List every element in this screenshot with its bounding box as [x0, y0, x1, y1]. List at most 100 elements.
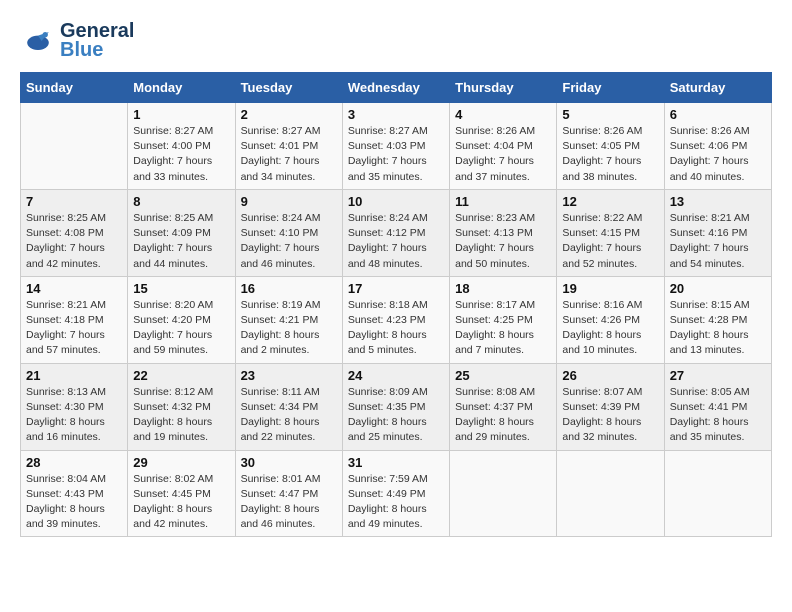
weekday-header-saturday: Saturday: [664, 73, 771, 103]
day-info: Sunrise: 8:13 AM Sunset: 4:30 PM Dayligh…: [26, 385, 122, 446]
day-number: 8: [133, 194, 229, 209]
day-info: Sunrise: 8:16 AM Sunset: 4:26 PM Dayligh…: [562, 298, 658, 359]
day-info: Sunrise: 8:04 AM Sunset: 4:43 PM Dayligh…: [26, 472, 122, 533]
day-info: Sunrise: 8:27 AM Sunset: 4:03 PM Dayligh…: [348, 124, 444, 185]
day-info: Sunrise: 8:24 AM Sunset: 4:10 PM Dayligh…: [241, 211, 337, 272]
weekday-header-sunday: Sunday: [21, 73, 128, 103]
weekday-header-thursday: Thursday: [450, 73, 557, 103]
day-info: Sunrise: 8:12 AM Sunset: 4:32 PM Dayligh…: [133, 385, 229, 446]
day-info: Sunrise: 8:19 AM Sunset: 4:21 PM Dayligh…: [241, 298, 337, 359]
day-info: Sunrise: 8:11 AM Sunset: 4:34 PM Dayligh…: [241, 385, 337, 446]
calendar-cell: 7 Sunrise: 8:25 AM Sunset: 4:08 PM Daylig…: [21, 189, 128, 276]
calendar-cell: 25 Sunrise: 8:08 AM Sunset: 4:37 PM Dayli…: [450, 363, 557, 450]
day-number: 24: [348, 368, 444, 383]
day-number: 26: [562, 368, 658, 383]
day-number: 17: [348, 281, 444, 296]
day-info: Sunrise: 8:25 AM Sunset: 4:08 PM Dayligh…: [26, 211, 122, 272]
day-number: 14: [26, 281, 122, 296]
day-number: 15: [133, 281, 229, 296]
week-row: 21 Sunrise: 8:13 AM Sunset: 4:30 PM Dayli…: [21, 363, 772, 450]
day-info: Sunrise: 8:22 AM Sunset: 4:15 PM Dayligh…: [562, 211, 658, 272]
day-number: 31: [348, 455, 444, 470]
calendar-cell: 16Sunrise: 8:19 AM Sunset: 4:21 PM Dayli…: [235, 276, 342, 363]
day-number: 29: [133, 455, 229, 470]
day-number: 23: [241, 368, 337, 383]
day-number: 10: [348, 194, 444, 209]
calendar-table: SundayMondayTuesdayWednesdayThursdayFrid…: [20, 72, 772, 537]
day-info: Sunrise: 8:24 AM Sunset: 4:12 PM Dayligh…: [348, 211, 444, 272]
calendar-cell: 10 Sunrise: 8:24 AM Sunset: 4:12 PM Dayli…: [342, 189, 449, 276]
week-row: 14 Sunrise: 8:21 AM Sunset: 4:18 PM Dayli…: [21, 276, 772, 363]
day-number: 18: [455, 281, 551, 296]
calendar-cell: 14 Sunrise: 8:21 AM Sunset: 4:18 PM Dayli…: [21, 276, 128, 363]
day-info: Sunrise: 7:59 AM Sunset: 4:49 PM Dayligh…: [348, 472, 444, 533]
calendar-cell: 5Sunrise: 8:26 AM Sunset: 4:05 PM Daylig…: [557, 103, 664, 190]
day-info: Sunrise: 8:02 AM Sunset: 4:45 PM Dayligh…: [133, 472, 229, 533]
logo: General Blue: [20, 20, 134, 62]
day-info: Sunrise: 8:23 AM Sunset: 4:13 PM Dayligh…: [455, 211, 551, 272]
day-number: 2: [241, 107, 337, 122]
weekday-header-friday: Friday: [557, 73, 664, 103]
day-number: 30: [241, 455, 337, 470]
day-number: 27: [670, 368, 766, 383]
weekday-header-wednesday: Wednesday: [342, 73, 449, 103]
calendar-cell: 3 Sunrise: 8:27 AM Sunset: 4:03 PM Daylig…: [342, 103, 449, 190]
calendar-cell: 21 Sunrise: 8:13 AM Sunset: 4:30 PM Dayli…: [21, 363, 128, 450]
calendar-cell: 8 Sunrise: 8:25 AM Sunset: 4:09 PM Daylig…: [128, 189, 235, 276]
day-number: 11: [455, 194, 551, 209]
day-number: 4: [455, 107, 551, 122]
week-row: 1 Sunrise: 8:27 AM Sunset: 4:00 PM Daylig…: [21, 103, 772, 190]
day-number: 25: [455, 368, 551, 383]
day-number: 12: [562, 194, 658, 209]
day-number: 20: [670, 281, 766, 296]
day-number: 7: [26, 194, 122, 209]
day-info: Sunrise: 8:17 AM Sunset: 4:25 PM Dayligh…: [455, 298, 551, 359]
day-info: Sunrise: 8:27 AM Sunset: 4:01 PM Dayligh…: [241, 124, 337, 185]
weekday-header-tuesday: Tuesday: [235, 73, 342, 103]
calendar-body: 1 Sunrise: 8:27 AM Sunset: 4:00 PM Daylig…: [21, 103, 772, 537]
calendar-cell: 29 Sunrise: 8:02 AM Sunset: 4:45 PM Dayli…: [128, 450, 235, 537]
day-info: Sunrise: 8:26 AM Sunset: 4:05 PM Dayligh…: [562, 124, 658, 185]
day-number: 6: [670, 107, 766, 122]
day-number: 13: [670, 194, 766, 209]
day-number: 1: [133, 107, 229, 122]
header: General Blue: [20, 20, 772, 62]
day-number: 22: [133, 368, 229, 383]
calendar-cell: 24 Sunrise: 8:09 AM Sunset: 4:35 PM Dayli…: [342, 363, 449, 450]
calendar-cell: 17 Sunrise: 8:18 AM Sunset: 4:23 PM Dayli…: [342, 276, 449, 363]
day-info: Sunrise: 8:21 AM Sunset: 4:16 PM Dayligh…: [670, 211, 766, 272]
day-info: Sunrise: 8:08 AM Sunset: 4:37 PM Dayligh…: [455, 385, 551, 446]
weekday-header-row: SundayMondayTuesdayWednesdayThursdayFrid…: [21, 73, 772, 103]
day-number: 19: [562, 281, 658, 296]
day-info: Sunrise: 8:25 AM Sunset: 4:09 PM Dayligh…: [133, 211, 229, 272]
calendar-cell: 2 Sunrise: 8:27 AM Sunset: 4:01 PM Daylig…: [235, 103, 342, 190]
day-number: 9: [241, 194, 337, 209]
calendar-cell: 23 Sunrise: 8:11 AM Sunset: 4:34 PM Dayli…: [235, 363, 342, 450]
calendar-cell: 20 Sunrise: 8:15 AM Sunset: 4:28 PM Dayli…: [664, 276, 771, 363]
weekday-header-monday: Monday: [128, 73, 235, 103]
calendar-cell: 26 Sunrise: 8:07 AM Sunset: 4:39 PM Dayli…: [557, 363, 664, 450]
calendar-cell: 13 Sunrise: 8:21 AM Sunset: 4:16 PM Dayli…: [664, 189, 771, 276]
calendar-cell: 31 Sunrise: 7:59 AM Sunset: 4:49 PM Dayli…: [342, 450, 449, 537]
day-info: Sunrise: 8:07 AM Sunset: 4:39 PM Dayligh…: [562, 385, 658, 446]
day-info: Sunrise: 8:27 AM Sunset: 4:00 PM Dayligh…: [133, 124, 229, 185]
day-number: 21: [26, 368, 122, 383]
calendar-cell: 18 Sunrise: 8:17 AM Sunset: 4:25 PM Dayli…: [450, 276, 557, 363]
calendar-cell: 30Sunrise: 8:01 AM Sunset: 4:47 PM Dayli…: [235, 450, 342, 537]
calendar-cell: 9 Sunrise: 8:24 AM Sunset: 4:10 PM Daylig…: [235, 189, 342, 276]
calendar-cell: 28 Sunrise: 8:04 AM Sunset: 4:43 PM Dayli…: [21, 450, 128, 537]
calendar-cell: 15Sunrise: 8:20 AM Sunset: 4:20 PM Dayli…: [128, 276, 235, 363]
week-row: 7 Sunrise: 8:25 AM Sunset: 4:08 PM Daylig…: [21, 189, 772, 276]
calendar-cell: [557, 450, 664, 537]
calendar-cell: 12 Sunrise: 8:22 AM Sunset: 4:15 PM Dayli…: [557, 189, 664, 276]
day-info: Sunrise: 8:09 AM Sunset: 4:35 PM Dayligh…: [348, 385, 444, 446]
day-number: 28: [26, 455, 122, 470]
day-number: 3: [348, 107, 444, 122]
calendar-cell: 22 Sunrise: 8:12 AM Sunset: 4:32 PM Dayli…: [128, 363, 235, 450]
day-info: Sunrise: 8:21 AM Sunset: 4:18 PM Dayligh…: [26, 298, 122, 359]
calendar-cell: 11 Sunrise: 8:23 AM Sunset: 4:13 PM Dayli…: [450, 189, 557, 276]
day-info: Sunrise: 8:05 AM Sunset: 4:41 PM Dayligh…: [670, 385, 766, 446]
calendar-cell: 6Sunrise: 8:26 AM Sunset: 4:06 PM Daylig…: [664, 103, 771, 190]
day-info: Sunrise: 8:15 AM Sunset: 4:28 PM Dayligh…: [670, 298, 766, 359]
day-info: Sunrise: 8:18 AM Sunset: 4:23 PM Dayligh…: [348, 298, 444, 359]
